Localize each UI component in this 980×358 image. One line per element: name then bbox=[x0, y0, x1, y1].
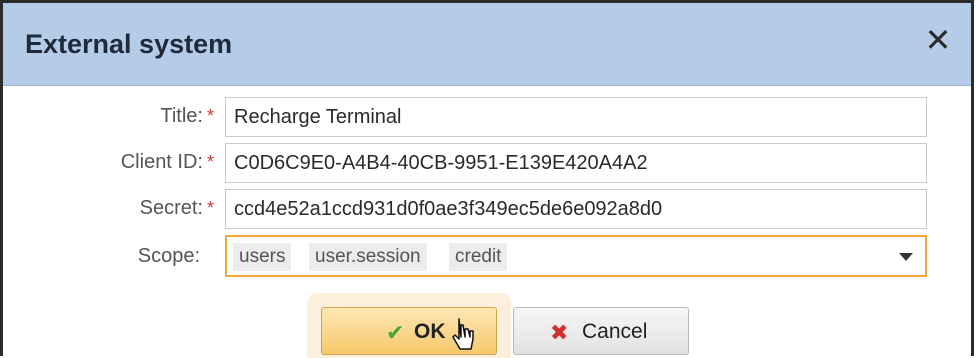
secret-label: Secret: * bbox=[139, 197, 214, 219]
scope-tag-credit[interactable]: credit bbox=[449, 243, 508, 271]
scope-row: Scope: users user.session credit bbox=[3, 235, 971, 281]
client-id-row: Client ID: * C0D6C9E0-A4B4-40CB-9951-E139… bbox=[3, 141, 971, 187]
scope-label: Scope: bbox=[137, 245, 200, 267]
checkmark-icon: ✔ bbox=[386, 320, 405, 345]
title-label: Title: * bbox=[160, 105, 214, 127]
title-input[interactable]: Recharge Terminal bbox=[225, 97, 927, 137]
cancel-button[interactable]: ✖ Cancel bbox=[513, 307, 689, 355]
secret-input[interactable]: ccd4e52a1ccd931d0f0ae3f349ec5de6e092a8d0 bbox=[225, 189, 927, 229]
external-system-dialog: External system ✕ Title: * Recharge Termi… bbox=[0, 0, 974, 356]
scope-tag-users[interactable]: users bbox=[233, 243, 292, 271]
close-icon[interactable]: ✕ bbox=[921, 23, 955, 57]
scope-multiselect[interactable]: users user.session credit bbox=[225, 235, 927, 277]
dialog-titlebar: External system ✕ bbox=[3, 3, 971, 86]
required-marker: * bbox=[206, 106, 214, 126]
cancel-button-label: Cancel bbox=[582, 320, 648, 343]
required-marker: * bbox=[206, 152, 214, 172]
secret-row: Secret: * ccd4e52a1ccd931d0f0ae3f349ec5de… bbox=[3, 187, 971, 233]
ok-button-label: OK bbox=[414, 320, 446, 343]
scope-tag-user-session[interactable]: user.session bbox=[309, 243, 427, 271]
client-id-label: Client ID: * bbox=[120, 151, 214, 173]
dialog-title: External system bbox=[25, 29, 233, 59]
mouse-pointer-icon bbox=[452, 318, 474, 350]
dropdown-caret-icon[interactable] bbox=[899, 253, 913, 261]
client-id-input[interactable]: C0D6C9E0-A4B4-40CB-9951-E139E420A4A2 bbox=[225, 143, 927, 183]
title-row: Title: * Recharge Terminal bbox=[3, 95, 971, 141]
required-marker: * bbox=[206, 198, 214, 218]
cancel-x-icon: ✖ bbox=[550, 320, 569, 345]
